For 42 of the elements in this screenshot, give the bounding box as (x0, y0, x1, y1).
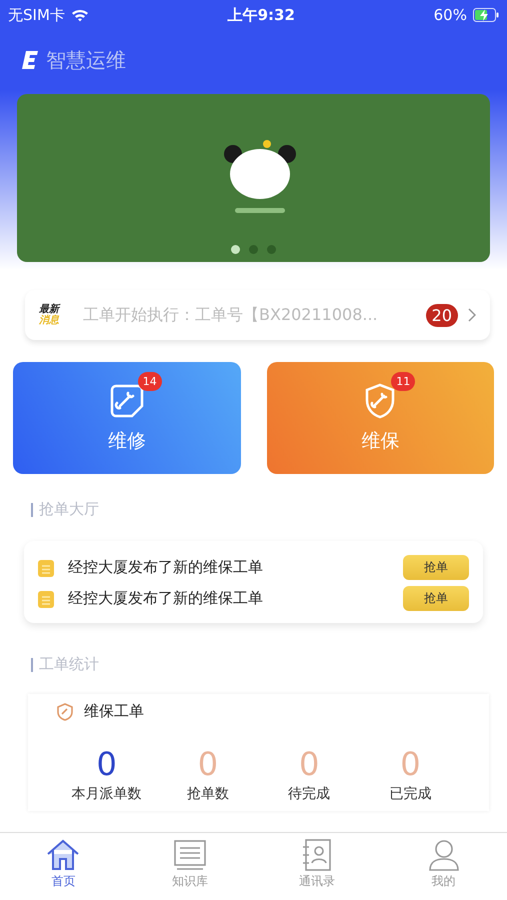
home-icon (46, 839, 80, 871)
grab-order-button[interactable]: 抢单 (403, 555, 469, 580)
clock-text: 上午9:32 (228, 6, 295, 24)
battery-icon (472, 8, 499, 22)
stat-label: 抢单数 (186, 785, 229, 803)
section-title: 工单统计 (39, 655, 99, 674)
category-tile[interactable]: 11 维保 (266, 362, 494, 474)
person-icon (426, 839, 461, 871)
grab-order-button[interactable]: 抢单 (403, 586, 469, 611)
stat-value: 0 (298, 745, 320, 783)
notice-card[interactable]: 最新 消息 工单开始执行：工单号【BX20211008... 20 (25, 290, 490, 340)
app-title: 智慧运维 (46, 46, 126, 74)
logo-icon (22, 51, 38, 69)
battery-text: 60% (434, 6, 467, 24)
notice-label: 消息 (39, 315, 59, 326)
count-badge: 11 (391, 372, 416, 391)
clipboard-icon (38, 590, 54, 608)
section-title: 抢单大厅 (39, 500, 99, 519)
count-badge: 20 (426, 304, 458, 326)
tab-item[interactable]: 我的 (380, 833, 507, 900)
card-title: 维保工单 (84, 702, 144, 721)
stat-value: 0 (96, 745, 117, 783)
tab-item[interactable]: 首页 (0, 833, 127, 900)
stat-label: 待完成 (288, 785, 330, 803)
carrier-text: 无SIM卡 (8, 6, 65, 24)
shield-icon (56, 702, 74, 720)
category-tile[interactable]: 14 维修 (13, 362, 240, 474)
tab-item[interactable]: 通讯录 (254, 833, 380, 900)
order-text: 经控大厦发布了新的维保工单 (68, 558, 264, 577)
wifi-icon (70, 8, 89, 22)
stat-value: 0 (400, 745, 421, 783)
stat-label: 已完成 (389, 785, 432, 803)
document-icon (173, 839, 208, 871)
chevron-right-icon (468, 308, 476, 322)
notice-label: 最新 (39, 304, 59, 314)
count-badge: 14 (138, 372, 162, 391)
notice-text: 工单开始执行：工单号【BX20211008... (83, 304, 379, 326)
tab-item[interactable]: 知识库 (126, 833, 254, 900)
clipboard-icon (38, 558, 54, 576)
stat-value: 0 (198, 745, 218, 783)
order-text: 经控大厦发布了新的维保工单 (68, 589, 264, 608)
stat-label: 本月派单数 (72, 785, 142, 803)
